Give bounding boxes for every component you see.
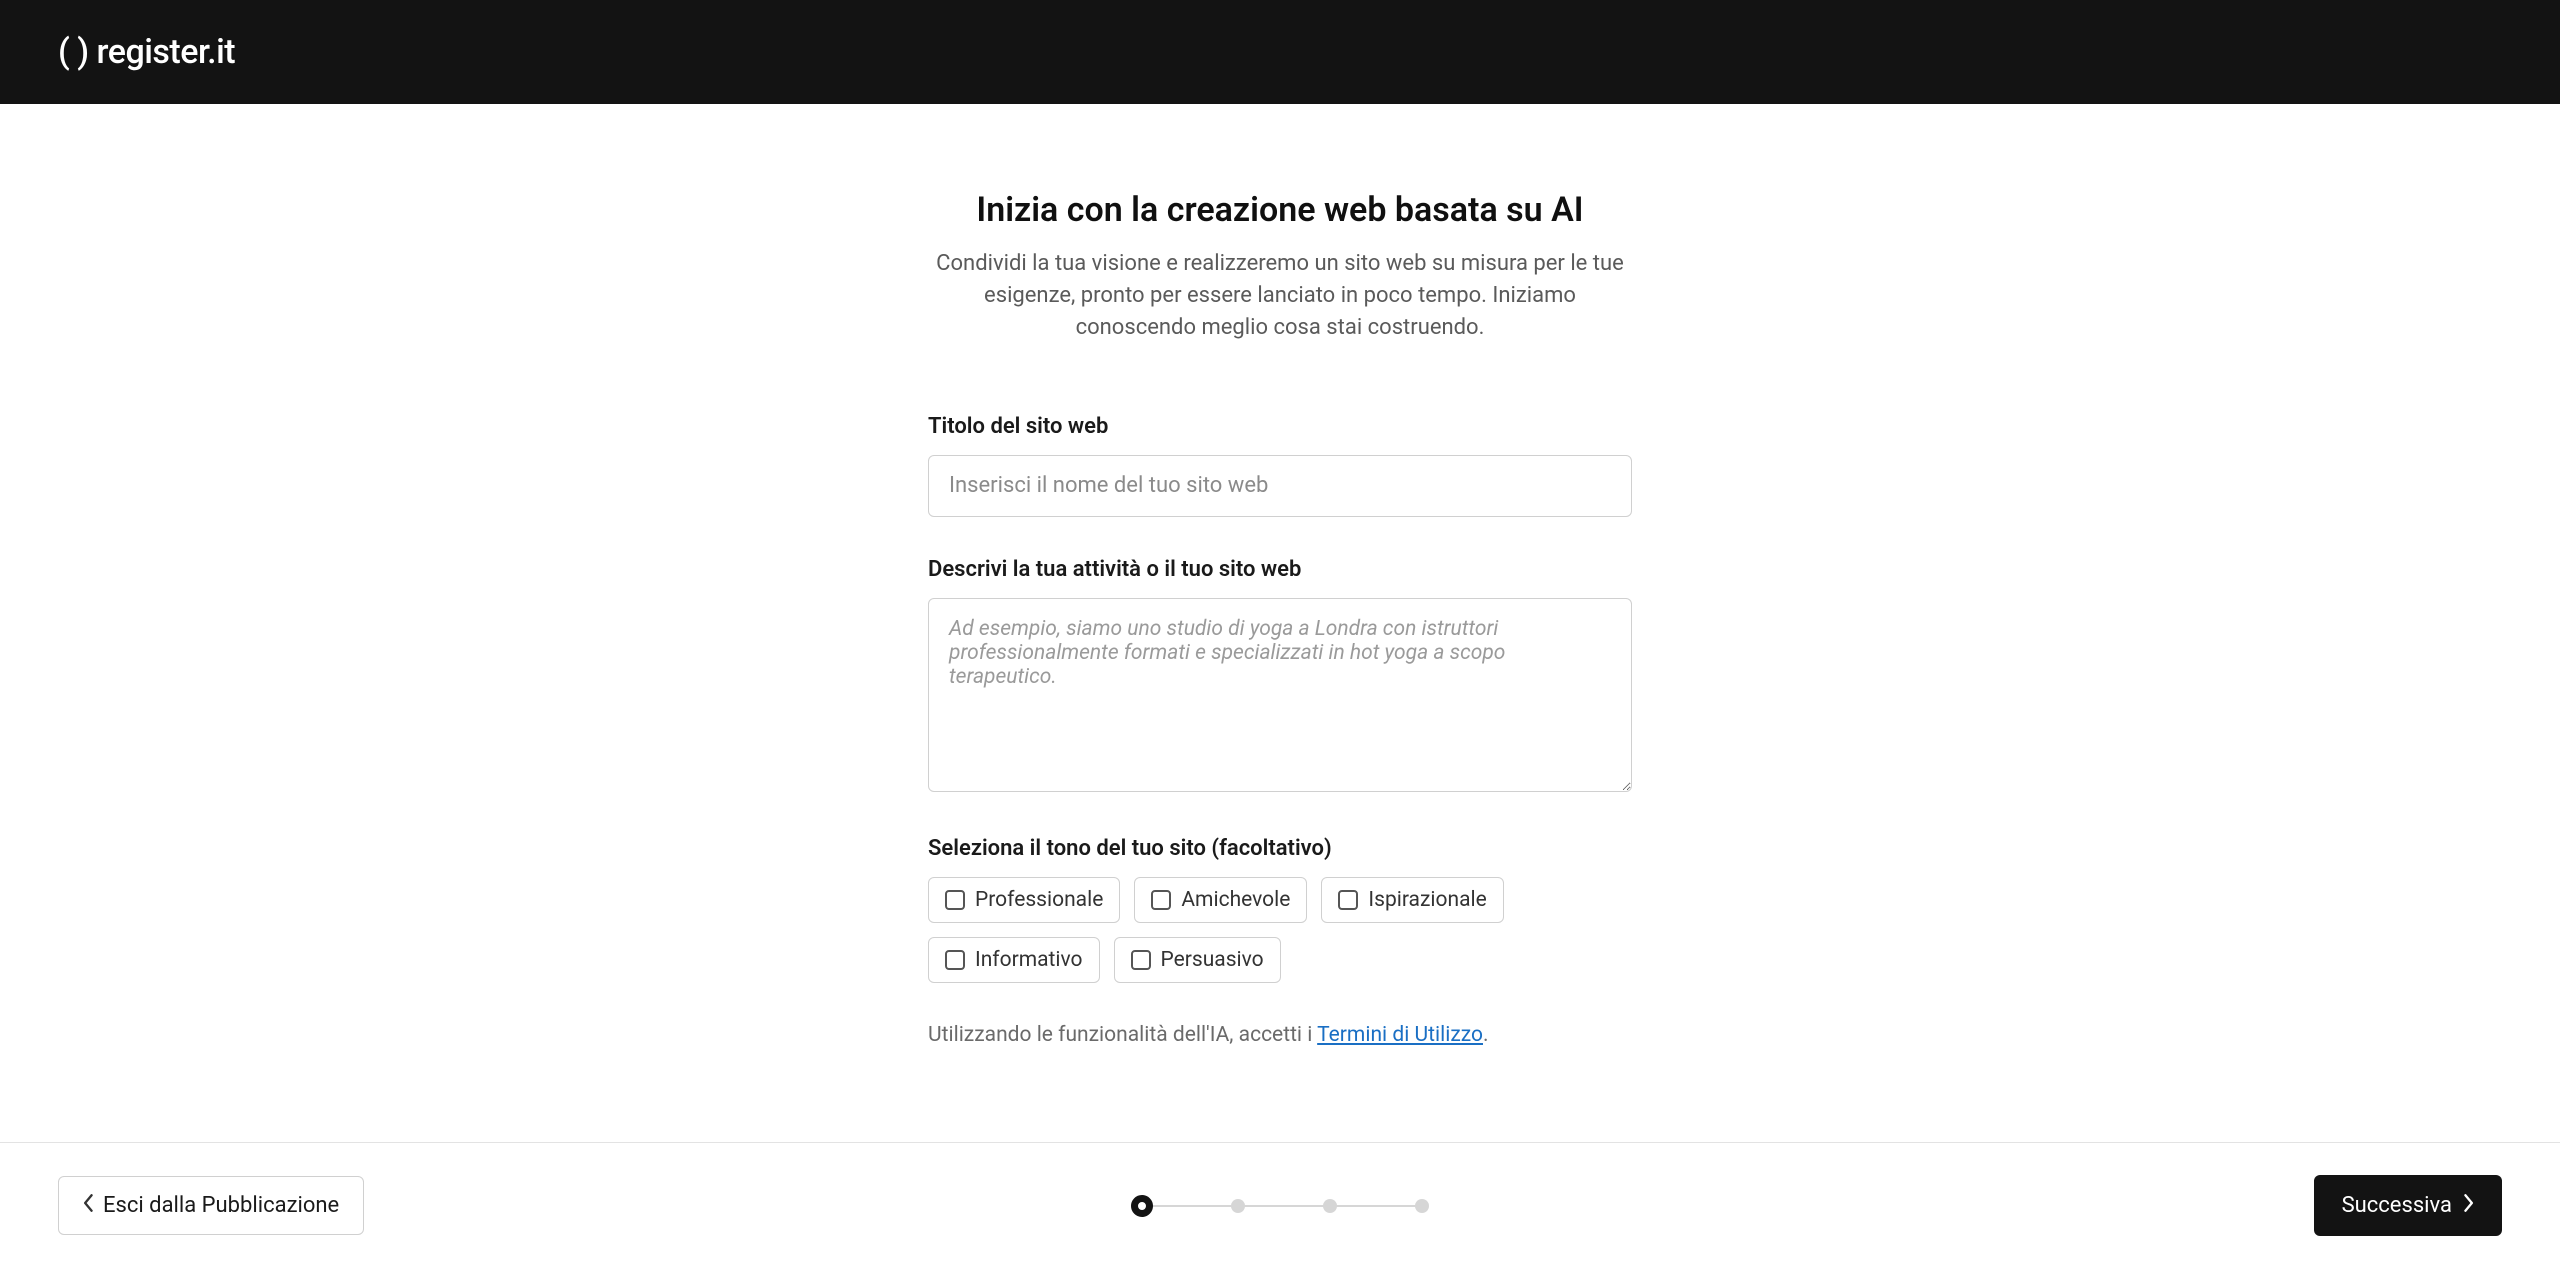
- description-textarea[interactable]: [928, 598, 1632, 792]
- chip-label: Amichevole: [1181, 888, 1290, 912]
- tone-chips: Professionale Amichevole Ispirazionale I…: [928, 877, 1632, 983]
- stepper: [1131, 1195, 1429, 1217]
- exit-button[interactable]: Esci dalla Pubblicazione: [58, 1176, 364, 1235]
- step-dot-4: [1415, 1199, 1429, 1213]
- checkbox-icon: [945, 950, 965, 970]
- checkbox-icon: [1151, 890, 1171, 910]
- chevron-left-icon: [83, 1193, 95, 1218]
- exit-button-label: Esci dalla Pubblicazione: [103, 1193, 339, 1218]
- next-button-label: Successiva: [2342, 1193, 2452, 1218]
- header: ( ) register.it: [0, 0, 2560, 104]
- terms-prefix: Utilizzando le funzionalità dell'IA, acc…: [928, 1023, 1317, 1047]
- description-field-label: Descrivi la tua attività o il tuo sito w…: [928, 557, 1632, 582]
- description-field-group: Descrivi la tua attività o il tuo sito w…: [928, 557, 1632, 796]
- stepper-track: [1142, 1205, 1422, 1207]
- stepper-wrapper: [1131, 1195, 1429, 1217]
- content-wrapper: Inizia con la creazione web basata su AI…: [928, 190, 1632, 1047]
- chevron-right-icon: [2462, 1193, 2474, 1218]
- checkbox-icon: [1131, 950, 1151, 970]
- logo[interactable]: ( ) register.it: [58, 32, 235, 72]
- terms-suffix: .: [1483, 1023, 1489, 1047]
- page-title: Inizia con la creazione web basata su AI: [928, 190, 1632, 230]
- tone-chip-ispirazionale[interactable]: Ispirazionale: [1321, 877, 1503, 923]
- checkbox-icon: [1338, 890, 1358, 910]
- tone-field-group: Seleziona il tono del tuo sito (facoltat…: [928, 836, 1632, 983]
- tone-field-label: Seleziona il tono del tuo sito (facoltat…: [928, 836, 1632, 861]
- chip-label: Informativo: [975, 948, 1083, 972]
- main-content: Inizia con la creazione web basata su AI…: [0, 104, 2560, 1142]
- chip-label: Ispirazionale: [1368, 888, 1486, 912]
- step-dot-2: [1231, 1199, 1245, 1213]
- logo-text: ( ) register.it: [58, 32, 235, 72]
- terms-text: Utilizzando le funzionalità dell'IA, acc…: [928, 1023, 1632, 1047]
- title-field-group: Titolo del sito web: [928, 414, 1632, 517]
- chip-label: Professionale: [975, 888, 1103, 912]
- footer: Esci dalla Pubblicazione Successiva: [0, 1142, 2560, 1268]
- page-subtitle: Condividi la tua visione e realizzeremo …: [928, 248, 1632, 344]
- tone-chip-amichevole[interactable]: Amichevole: [1134, 877, 1307, 923]
- tone-chip-professionale[interactable]: Professionale: [928, 877, 1120, 923]
- checkbox-icon: [945, 890, 965, 910]
- tone-chip-informativo[interactable]: Informativo: [928, 937, 1100, 983]
- terms-link[interactable]: Termini di Utilizzo: [1317, 1023, 1483, 1047]
- next-button[interactable]: Successiva: [2314, 1175, 2502, 1236]
- tone-chip-persuasivo[interactable]: Persuasivo: [1114, 937, 1281, 983]
- step-dot-1: [1131, 1195, 1153, 1217]
- chip-label: Persuasivo: [1161, 948, 1264, 972]
- title-field-label: Titolo del sito web: [928, 414, 1632, 439]
- title-input[interactable]: [928, 455, 1632, 517]
- step-dot-3: [1323, 1199, 1337, 1213]
